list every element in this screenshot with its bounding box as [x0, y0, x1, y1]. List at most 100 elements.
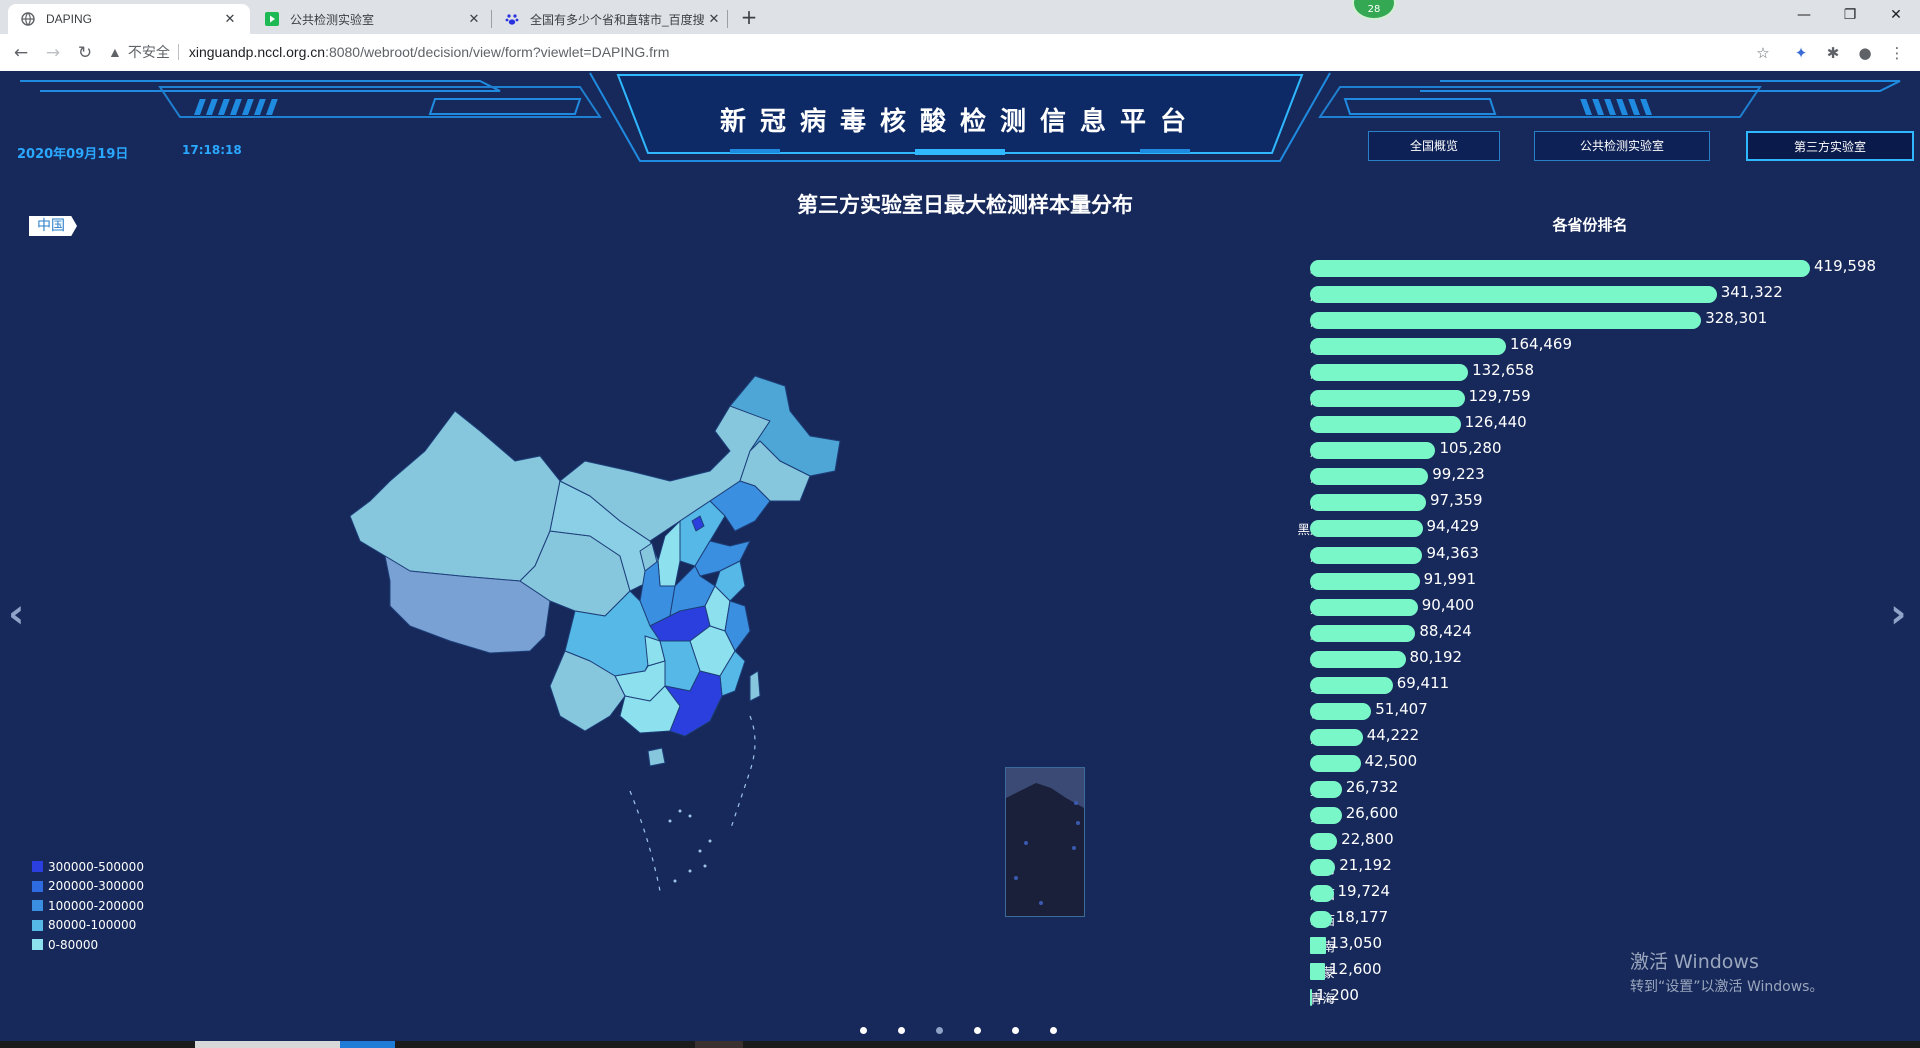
warning-triangle-icon[interactable]: ▲	[108, 44, 122, 60]
menu-icon[interactable]: ⋮	[1886, 42, 1908, 64]
ranking-row[interactable]: 吉林51,407	[1250, 697, 1890, 723]
ranking-row[interactable]: 甘肃42,500	[1250, 749, 1890, 775]
bar[interactable]	[1310, 833, 1338, 851]
bar[interactable]	[1310, 702, 1372, 720]
tab-public-lab[interactable]: 公共检测实验室 ✕	[252, 4, 494, 34]
page-dot[interactable]	[974, 1027, 981, 1034]
ranking-row[interactable]: 天津90,400	[1250, 593, 1890, 619]
bar[interactable]	[1310, 546, 1423, 564]
bar[interactable]	[1310, 989, 1312, 1007]
puzzle-icon[interactable]: ✱	[1822, 42, 1844, 64]
restore-button[interactable]: ❐	[1827, 2, 1873, 28]
bar[interactable]	[1310, 963, 1325, 981]
profile-icon[interactable]: ●	[1854, 42, 1876, 64]
address-bar[interactable]: ▲ 不安全 xinguandp.nccl.org.cn :8080/webroo…	[108, 38, 1788, 66]
close-tab-icon[interactable]: ✕	[222, 11, 238, 27]
close-window-button[interactable]: ✕	[1873, 2, 1919, 28]
ranking-row[interactable]: 浙江164,469	[1250, 332, 1890, 358]
ranking-row[interactable]: 广东341,322	[1250, 280, 1890, 306]
legend-item[interactable]: 100000-200000	[32, 896, 144, 916]
value-label: 22,800	[1341, 830, 1394, 849]
legend-item[interactable]: 0-80000	[32, 935, 144, 955]
ranking-row[interactable]: 四川97,359	[1250, 488, 1890, 514]
bar[interactable]	[1310, 416, 1461, 434]
bar[interactable]	[1310, 885, 1334, 903]
ranking-row[interactable]: 云南21,192	[1250, 853, 1890, 879]
bar[interactable]	[1310, 520, 1423, 538]
bar[interactable]	[1310, 442, 1436, 460]
ranking-row[interactable]: 重庆26,732	[1250, 775, 1890, 801]
reload-button[interactable]: ↻	[72, 40, 98, 66]
bar[interactable]	[1310, 728, 1363, 746]
next-arrow-icon[interactable]: ›	[1890, 591, 1906, 637]
page-dot[interactable]	[898, 1027, 905, 1034]
forward-button[interactable]: →	[40, 40, 66, 66]
ranking-row[interactable]: 辽宁105,280	[1250, 436, 1890, 462]
ranking-row[interactable]: 上海88,424	[1250, 619, 1890, 645]
back-button[interactable]: ←	[8, 40, 34, 66]
bar[interactable]	[1310, 859, 1336, 877]
legend-item[interactable]: 300000-500000	[32, 857, 144, 877]
ranking-row[interactable]: 江西44,222	[1250, 723, 1890, 749]
close-tab-icon[interactable]: ✕	[706, 11, 722, 27]
ranking-row[interactable]: 黑龙江94,429	[1250, 514, 1890, 540]
page-dot[interactable]	[1012, 1027, 1019, 1034]
bookmark-star-icon[interactable]: ☆	[1752, 42, 1774, 64]
bar[interactable]	[1310, 390, 1465, 408]
bar[interactable]	[1310, 598, 1418, 616]
bar[interactable]	[1310, 260, 1810, 277]
ranking-row[interactable]: 湖南94,363	[1250, 541, 1890, 567]
ranking-row[interactable]: 河南132,658	[1250, 358, 1890, 384]
bar[interactable]	[1310, 780, 1342, 798]
taskbar-item[interactable]	[695, 1041, 743, 1048]
bar[interactable]	[1310, 286, 1717, 304]
new-tab-button[interactable]: +	[737, 6, 761, 30]
ranking-row[interactable]: 湖北328,301	[1250, 306, 1890, 332]
bar[interactable]	[1310, 624, 1416, 642]
ranking-row[interactable]: 贵州26,600	[1250, 801, 1890, 827]
taskbar-item[interactable]	[195, 1041, 340, 1048]
bar[interactable]	[1310, 338, 1506, 356]
close-tab-icon[interactable]: ✕	[466, 11, 482, 27]
taskbar-item[interactable]	[340, 1041, 395, 1048]
prev-arrow-icon[interactable]: ‹	[8, 591, 24, 637]
tab-overview[interactable]: 全国概览	[1368, 131, 1500, 161]
ranking-row[interactable]: 山东126,440	[1250, 410, 1890, 436]
ranking-row[interactable]: 陕西129,759	[1250, 384, 1890, 410]
ranking-row[interactable]: 江苏91,991	[1250, 567, 1890, 593]
breadcrumb[interactable]: 中国	[29, 216, 77, 236]
url-path[interactable]: :8080/webroot/decision/view/form?viewlet…	[325, 44, 669, 60]
tab-third-party-lab[interactable]: 第三方实验室	[1746, 131, 1914, 161]
bar[interactable]	[1310, 572, 1420, 590]
legend-item[interactable]: 80000-100000	[32, 916, 144, 936]
tab-baidu-search[interactable]: 全国有多少个省和直辖市_百度搜 ✕	[492, 4, 734, 34]
ranking-row[interactable]: 广西19,724	[1250, 879, 1890, 905]
bar[interactable]	[1310, 650, 1406, 668]
bar[interactable]	[1310, 937, 1326, 955]
china-map[interactable]	[330, 371, 870, 971]
ranking-row[interactable]: 福建80,192	[1250, 645, 1890, 671]
page-dot[interactable]	[1050, 1027, 1057, 1034]
tab-daping[interactable]: DAPING ✕	[8, 4, 250, 34]
minimize-button[interactable]: —	[1781, 2, 1827, 28]
bar[interactable]	[1310, 676, 1393, 694]
tab-public-lab[interactable]: 公共检测实验室	[1534, 131, 1710, 161]
bar[interactable]	[1310, 364, 1469, 382]
bar[interactable]	[1310, 806, 1342, 824]
bar[interactable]	[1310, 911, 1332, 929]
extension-icon[interactable]: ✦	[1790, 42, 1812, 64]
page-dot[interactable]	[860, 1027, 867, 1034]
ranking-row[interactable]: 北京419,598	[1250, 254, 1890, 280]
bar[interactable]	[1310, 494, 1426, 512]
page-dot[interactable]	[936, 1027, 943, 1034]
bar[interactable]	[1310, 468, 1429, 486]
ranking-row[interactable]: 山西18,177	[1250, 905, 1890, 931]
bar[interactable]	[1310, 312, 1702, 330]
ranking-row[interactable]: 新疆22,800	[1250, 827, 1890, 853]
ranking-row[interactable]: 安徽69,411	[1250, 671, 1890, 697]
url-host[interactable]: xinguandp.nccl.org.cn	[189, 44, 325, 60]
bar[interactable]	[1310, 754, 1361, 772]
insecure-label[interactable]: 不安全	[128, 42, 170, 62]
legend-item[interactable]: 200000-300000	[32, 877, 144, 897]
ranking-row[interactable]: 河北99,223	[1250, 462, 1890, 488]
